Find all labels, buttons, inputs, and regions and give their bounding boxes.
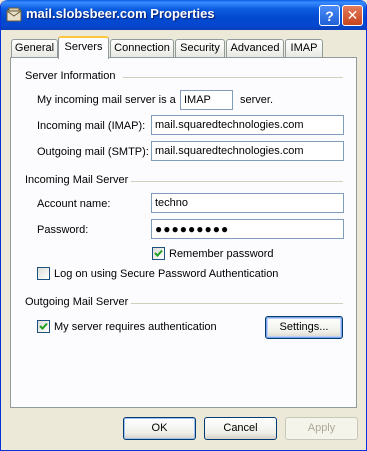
password-field[interactable]: ●●●●●●●●● [151, 219, 344, 239]
apply-button[interactable]: Apply [285, 417, 358, 440]
apply-button-label: Apply [307, 422, 336, 434]
tab-advanced[interactable]: Advanced [226, 39, 284, 57]
incoming-server-group-label: Incoming Mail Server [25, 174, 129, 186]
close-button[interactable]: ✕ [342, 5, 363, 26]
incoming-type-suffix: server. [240, 94, 274, 106]
requires-auth-checkbox[interactable] [37, 320, 50, 333]
remember-password-checkbox[interactable] [152, 247, 165, 260]
title-bar[interactable]: mail.slobsbeer.com Properties ? ✕ [1, 0, 366, 30]
close-icon: ✕ [346, 7, 359, 23]
incoming-type-label: My incoming mail server is a [37, 94, 176, 106]
settings-button-label: Settings... [279, 321, 329, 333]
window-title: mail.slobsbeer.com Properties [26, 6, 215, 21]
servers-tab-panel: Server Information My incoming mail serv… [10, 57, 357, 408]
spa-label[interactable]: Log on using Secure Password Authenticat… [54, 268, 278, 280]
spa-checkbox[interactable] [37, 267, 50, 280]
properties-dialog: mail.slobsbeer.com Properties ? ✕ Genera… [0, 0, 367, 451]
tab-connection[interactable]: Connection [110, 39, 174, 57]
outgoing-mail-label: Outgoing mail (SMTP): [37, 146, 149, 158]
cancel-button[interactable]: Cancel [204, 417, 277, 440]
tab-general[interactable]: General [11, 39, 58, 57]
account-name-label: Account name: [37, 198, 111, 210]
tab-imap[interactable]: IMAP [285, 39, 323, 57]
password-label: Password: [37, 224, 89, 236]
server-info-group-label: Server Information [25, 70, 116, 82]
tab-servers[interactable]: Servers [58, 36, 109, 59]
mail-account-icon [6, 7, 22, 23]
remember-password-label[interactable]: Remember password [169, 248, 274, 260]
incoming-server-type-field: IMAP [180, 90, 233, 110]
cancel-button-label: Cancel [223, 422, 258, 434]
incoming-mail-field[interactable]: mail.squaredtechnologies.com [151, 115, 344, 135]
separator [131, 303, 343, 304]
help-icon: ? [325, 7, 334, 24]
checkmark-icon [154, 249, 163, 257]
settings-button[interactable]: Settings... [265, 316, 343, 339]
separator [123, 77, 343, 78]
help-button[interactable]: ? [319, 5, 340, 26]
separator [131, 181, 343, 182]
checkmark-icon [39, 322, 48, 330]
requires-auth-label[interactable]: My server requires authentication [54, 321, 217, 333]
account-name-field[interactable]: techno [151, 193, 344, 213]
tab-security[interactable]: Security [175, 39, 225, 57]
outgoing-server-group-label: Outgoing Mail Server [25, 296, 129, 308]
ok-button[interactable]: OK [123, 417, 196, 440]
incoming-mail-label: Incoming mail (IMAP): [37, 120, 146, 132]
outgoing-mail-field[interactable]: mail.squaredtechnologies.com [151, 141, 344, 161]
ok-button-label: OK [151, 422, 168, 434]
